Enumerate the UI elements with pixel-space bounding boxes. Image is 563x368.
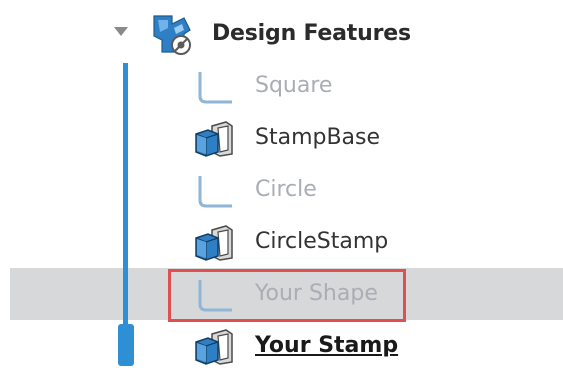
tree-item-label: Your Stamp <box>255 333 399 358</box>
annotation-highlight-box <box>168 269 406 322</box>
solid-body-icon <box>195 329 233 365</box>
design-features-folder-icon <box>153 15 191 55</box>
feature-tree: Design Features Square StampBase Circle <box>0 0 563 368</box>
tree-item-square[interactable]: Square <box>192 66 522 106</box>
design-features-label[interactable]: Design Features <box>212 21 411 46</box>
tree-item-your-stamp[interactable]: Your Stamp <box>192 326 522 366</box>
tree-item-stampbase[interactable]: StampBase <box>192 118 522 158</box>
tree-item-label: Circle <box>255 177 317 202</box>
tree-item-label: StampBase <box>255 125 381 150</box>
solid-body-icon <box>195 121 233 157</box>
tree-hierarchy-line <box>123 63 128 333</box>
solid-body-icon <box>195 225 233 261</box>
collapse-triangle-icon[interactable] <box>114 27 128 36</box>
tree-item-circlestamp[interactable]: CircleStamp <box>192 222 522 262</box>
rollback-bar-handle[interactable] <box>118 324 134 366</box>
tree-item-circle[interactable]: Circle <box>192 170 522 210</box>
tree-item-label: Square <box>255 73 333 98</box>
sketch-icon <box>198 72 232 104</box>
tree-item-label: CircleStamp <box>255 229 389 254</box>
sketch-icon <box>198 176 232 208</box>
